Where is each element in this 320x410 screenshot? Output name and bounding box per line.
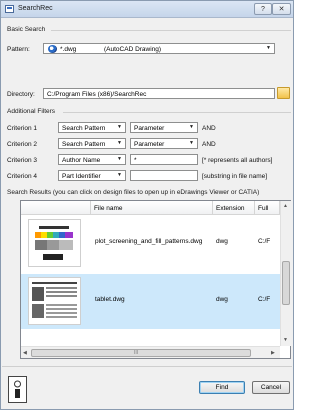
search-results-label: Search Results (you can click on design … (7, 189, 260, 196)
directory-field[interactable]: C:/Program Files (x86)/SearchRec (43, 88, 275, 99)
title-bar[interactable]: SearchRec ? ✕ (1, 1, 293, 18)
chevron-down-icon: ▼ (266, 45, 271, 51)
cancel-button[interactable]: Cancel (252, 381, 290, 394)
row-file-name: tablet.dwg (95, 296, 125, 303)
criterion-1-type-select[interactable]: Search Pattern ▼ (58, 122, 126, 133)
horizontal-scrollbar[interactable]: ◀ III ▶ (21, 346, 280, 358)
chevron-down-icon: ▼ (117, 140, 122, 146)
row-full-path: C:/F (258, 238, 271, 245)
searchrec-window: SearchRec ? ✕ Basic Search Pattern: *.dw… (0, 0, 294, 410)
criterion-2-suffix: AND (202, 141, 216, 148)
basic-search-divider (51, 30, 291, 31)
app-icon (5, 5, 14, 13)
autocad-dwg-icon (48, 45, 57, 53)
criterion-4-suffix: [substring in file name] (202, 173, 268, 180)
directory-value: C:/Program Files (x86)/SearchRec (47, 90, 147, 98)
criterion-3-author-field[interactable]: * (130, 154, 198, 165)
scroll-up-icon[interactable]: ▲ (283, 203, 288, 209)
table-row[interactable]: tablet.dwg dwg C:/F (21, 274, 280, 329)
criterion-4-type-value: Part Identifier (62, 172, 101, 180)
folder-browse-icon[interactable] (277, 87, 290, 99)
criterion-1-label: Criterion 1 (7, 125, 37, 132)
directory-label: Directory: (7, 91, 35, 98)
vertical-scroll-thumb[interactable] (282, 261, 290, 305)
close-button[interactable]: ✕ (272, 3, 291, 15)
scroll-right-icon[interactable]: ▶ (271, 350, 275, 356)
column-header-extension[interactable]: Extension (213, 201, 255, 215)
help-button[interactable]: ? (254, 3, 272, 15)
additional-filters-label: Additional Filters (7, 108, 56, 115)
scroll-grip: III (134, 350, 139, 356)
column-header-preview[interactable] (21, 201, 91, 215)
criterion-2-value-select[interactable]: Parameter ▼ (130, 138, 198, 149)
pattern-description: (AutoCAD Drawing) (104, 45, 162, 53)
chevron-down-icon: ▼ (117, 156, 122, 162)
chevron-down-icon: ▼ (117, 124, 122, 130)
pattern-value: *.dwg (60, 45, 77, 53)
criterion-1-suffix: AND (202, 125, 216, 132)
tablet-thumbnail-icon (29, 278, 80, 324)
criterion-1-type-value: Search Pattern (62, 124, 106, 132)
criterion-1-value-select[interactable]: Parameter ▼ (130, 122, 198, 133)
vertical-scrollbar[interactable]: ▲ ▼ (280, 201, 291, 346)
scroll-left-icon[interactable]: ◀ (23, 350, 27, 356)
criterion-4-identifier-field[interactable] (130, 170, 198, 181)
criterion-4-type-select[interactable]: Part Identifier ▼ (58, 170, 126, 181)
additional-filters-divider (63, 112, 291, 113)
criterion-2-value: Parameter (134, 140, 165, 148)
plot-screening-thumbnail-icon (29, 220, 80, 266)
row-extension: dwg (216, 296, 228, 303)
criterion-2-label: Criterion 2 (7, 141, 37, 148)
results-list[interactable]: File name Extension Full plot_screening_… (20, 200, 291, 359)
row-file-name: plot_screening_and_fill_patterns.dwg (95, 238, 203, 245)
window-title: SearchRec (18, 5, 53, 12)
pattern-label: Pattern: (7, 46, 30, 53)
row-full-path: C:/F (258, 296, 271, 303)
scroll-down-icon[interactable]: ▼ (283, 337, 288, 343)
footer-divider (2, 366, 292, 367)
drawing-thumbnail (28, 219, 81, 267)
criterion-1-value: Parameter (134, 124, 165, 132)
horizontal-scroll-thumb[interactable]: III (31, 349, 251, 357)
column-header-full[interactable]: Full (255, 201, 280, 215)
chevron-down-icon: ▼ (189, 124, 194, 130)
criterion-3-type-value: Author Name (62, 156, 101, 164)
criterion-3-value: * (134, 156, 137, 164)
column-header-file-name[interactable]: File name (91, 201, 213, 215)
find-button[interactable]: Find (199, 381, 245, 394)
drawing-thumbnail (28, 277, 81, 325)
criterion-3-type-select[interactable]: Author Name ▼ (58, 154, 126, 165)
criterion-4-label: Criterion 4 (7, 173, 37, 180)
row-extension: dwg (216, 238, 228, 245)
criterion-2-type-value: Search Pattern (62, 140, 106, 148)
criterion-3-suffix: [* represents all authors] (202, 157, 273, 164)
pattern-select[interactable]: *.dwg (AutoCAD Drawing) ▼ (43, 43, 275, 54)
user-card-icon[interactable] (8, 376, 27, 403)
basic-search-label: Basic Search (7, 26, 46, 33)
chevron-down-icon: ▼ (117, 172, 122, 178)
criterion-2-type-select[interactable]: Search Pattern ▼ (58, 138, 126, 149)
chevron-down-icon: ▼ (189, 140, 194, 146)
table-row[interactable]: plot_screening_and_fill_patterns.dwg dwg… (21, 216, 280, 271)
criterion-3-label: Criterion 3 (7, 157, 37, 164)
